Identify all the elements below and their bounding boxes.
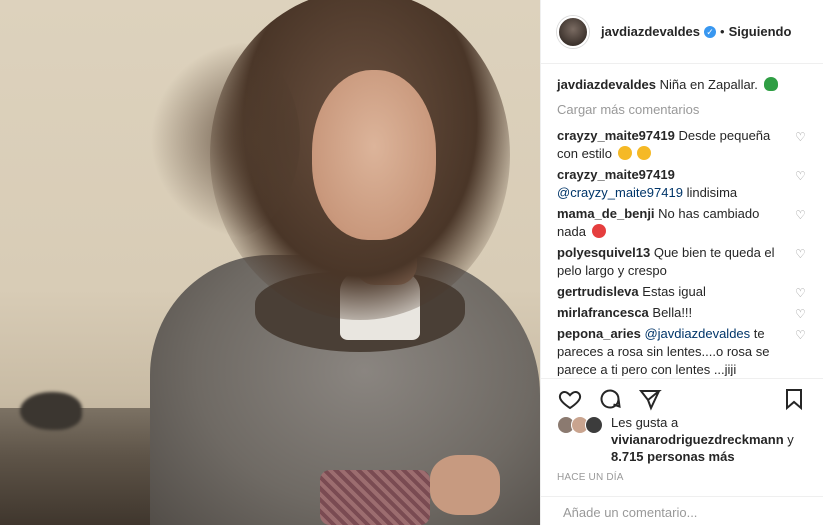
follow-status-button[interactable]: Siguiendo — [729, 24, 792, 39]
likes-text: Les gusta a vivianarodriguezdreckmann y … — [607, 414, 794, 465]
comment-text: lindisima — [686, 185, 738, 200]
likes-summary: Les gusta a vivianarodriguezdreckmann y … — [557, 414, 807, 465]
comment-item: crayzy_maite97419 @crayzy_maite97419 lin… — [557, 166, 807, 202]
heart-icon[interactable] — [557, 386, 583, 412]
photo-cuff — [320, 470, 430, 525]
comment-username[interactable]: polyesquivel13 — [557, 245, 650, 260]
comment-item: mama_de_benji No has cambiado nada ♡ — [557, 205, 807, 241]
separator-dot: • — [720, 24, 725, 39]
photo-hair-side — [150, 40, 300, 240]
bookmark-icon[interactable] — [781, 386, 807, 412]
heart-icon[interactable]: ♡ — [795, 248, 807, 260]
emoji-icon — [617, 146, 632, 160]
comment-username[interactable]: pepona_aries — [557, 326, 641, 341]
heart-icon[interactable]: ♡ — [795, 308, 807, 320]
post-actions-bar — [541, 378, 823, 418]
comment-input[interactable] — [563, 505, 807, 520]
share-icon[interactable] — [637, 386, 663, 412]
heart-icon[interactable]: ♡ — [795, 209, 807, 221]
likes-conjunction: y — [787, 432, 794, 447]
post-timestamp[interactable]: Hace un día — [557, 472, 624, 483]
heart-icon[interactable]: ♡ — [795, 287, 807, 299]
comment-username[interactable]: crayzy_maite97419 — [557, 128, 675, 143]
liker-avatars[interactable] — [557, 414, 603, 465]
comment-mention[interactable]: @crayzy_maite97419 — [557, 185, 683, 200]
post-username[interactable]: javdiazdevaldes — [601, 24, 700, 39]
likes-prefix: Les gusta a — [611, 415, 679, 430]
comment-item: polyesquivel13 Que bien te queda el pelo… — [557, 244, 807, 280]
comment-text: Bella!!! — [652, 305, 693, 320]
photo-hand — [430, 455, 500, 515]
emoji-icon — [591, 224, 606, 238]
load-more-comments-button[interactable]: Cargar más comentarios — [557, 102, 807, 117]
comment-username[interactable]: mama_de_benji — [557, 206, 655, 221]
comment-item: pepona_aries @javdiazdevaldes te pareces… — [557, 325, 807, 376]
verified-badge-icon: ✓ — [704, 25, 716, 38]
comment-username[interactable]: mirlafrancesca — [557, 305, 649, 320]
heart-icon[interactable]: ♡ — [795, 170, 807, 182]
caption-text: Niña en Zapallar. — [659, 77, 758, 92]
avatar — [585, 416, 603, 434]
comment-item: mirlafrancesca Bella!!! ♡ — [557, 304, 807, 322]
add-comment-bar — [541, 496, 823, 525]
photo-background-tree — [20, 392, 82, 430]
comment-text: Estas igual — [642, 284, 706, 299]
comments-list[interactable]: javdiazdevaldes Niña en Zapallar. Cargar… — [541, 64, 823, 376]
heart-icon[interactable]: ♡ — [795, 131, 807, 143]
comment-mention[interactable]: @javdiazdevaldes — [644, 326, 750, 341]
comment-item: crayzy_maite97419 Desde pequeña con esti… — [557, 127, 807, 163]
comment-username[interactable]: crayzy_maite97419 — [557, 167, 675, 182]
comment-username[interactable]: gertrudisleva — [557, 284, 639, 299]
heart-icon[interactable]: ♡ — [795, 329, 807, 341]
avatar[interactable] — [557, 15, 589, 48]
comment-item: gertrudisleva Estas igual ♡ — [557, 283, 807, 301]
likes-count-link[interactable]: 8.715 personas más — [611, 449, 735, 464]
tree-emoji-icon — [763, 77, 778, 91]
caption-username[interactable]: javdiazdevaldes — [557, 77, 656, 92]
post-header: javdiazdevaldes ✓ • Siguiendo — [541, 0, 823, 64]
comment-icon[interactable] — [597, 386, 623, 412]
likes-user-link[interactable]: vivianarodriguezdreckmann — [611, 432, 784, 447]
instagram-post-modal: javdiazdevaldes ✓ • Siguiendo javdiazdev… — [0, 0, 823, 525]
post-caption: javdiazdevaldes Niña en Zapallar. — [557, 76, 807, 94]
emoji-icon — [637, 146, 652, 160]
post-photo[interactable] — [0, 0, 540, 525]
photo-face — [312, 70, 436, 240]
post-side-panel: javdiazdevaldes ✓ • Siguiendo javdiazdev… — [540, 0, 823, 525]
